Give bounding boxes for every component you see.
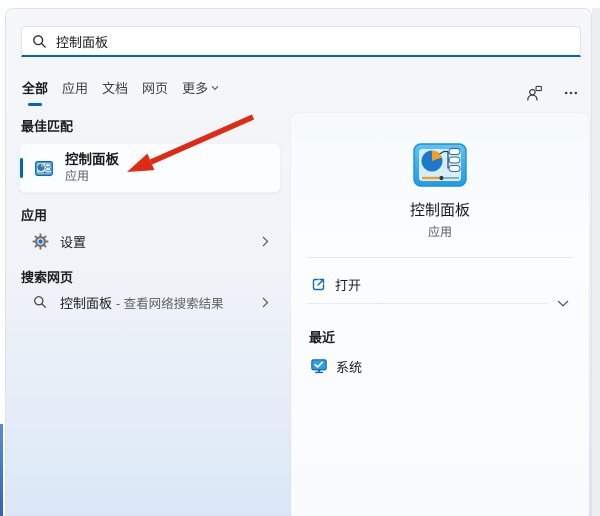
tab-more[interactable]: 更多 [182, 78, 219, 106]
tab-label: 网页 [142, 81, 169, 96]
tab-all[interactable]: 全部 [22, 78, 48, 106]
chevron-down-icon [557, 300, 569, 307]
search-web-header: 搜索网页 [21, 270, 74, 285]
tab-apps[interactable]: 应用 [62, 78, 88, 106]
best-match-header: 最佳匹配 [21, 119, 74, 134]
search-icon [33, 34, 46, 48]
action-open[interactable]: 打开 [291, 269, 589, 299]
selection-accent-bar [20, 158, 23, 178]
account-button[interactable] [524, 83, 544, 103]
tab-label: 更多 [182, 81, 209, 96]
best-match-result[interactable]: 控制面板 应用 [19, 143, 281, 193]
chevron-right-icon [262, 297, 269, 307]
top-right-controls [524, 83, 581, 103]
search-input[interactable] [56, 33, 572, 49]
system-monitor-icon [311, 358, 327, 373]
tab-label: 全部 [22, 81, 49, 96]
web-search-suffix: - 查看网络搜索结果 [116, 296, 224, 311]
apps-header: 应用 [21, 208, 48, 223]
best-match-subtitle: 应用 [65, 169, 90, 183]
options-button[interactable] [561, 83, 581, 103]
recent-header: 最近 [309, 330, 336, 345]
gear-icon [31, 232, 49, 250]
list-item-settings[interactable]: 设置 [19, 225, 281, 257]
open-label: 打开 [335, 277, 362, 293]
open-external-icon [312, 278, 325, 290]
chevron-right-icon [262, 236, 269, 246]
web-search-query: 控制面板 [60, 295, 113, 311]
tab-label: 文档 [102, 81, 129, 96]
tab-web[interactable]: 网页 [142, 78, 168, 106]
background-sliver [592, 8, 600, 516]
account-icon [526, 85, 542, 101]
filter-tabs: 全部 应用 文档 网页 更多 [22, 78, 219, 106]
list-item-web-search[interactable]: 控制面板 - 查看网络搜索结果 [19, 287, 281, 317]
active-tab-underline [28, 103, 42, 106]
control-panel-icon [35, 160, 53, 176]
recent-item-system[interactable]: 系统 [291, 351, 589, 381]
search-icon [34, 296, 46, 308]
settings-label: 设置 [60, 234, 87, 250]
detail-pane: 控制面板 应用 打开 最近 系统 [291, 113, 589, 516]
system-label: 系统 [336, 359, 363, 375]
tab-label: 应用 [62, 81, 89, 96]
search-flyout: 全部 应用 文档 网页 更多 [0, 0, 600, 516]
search-window: 全部 应用 文档 网页 更多 [5, 8, 592, 516]
chevron-down-icon [211, 85, 219, 90]
tab-documents[interactable]: 文档 [102, 78, 128, 106]
detail-app-title: 控制面板 [409, 202, 470, 219]
divider [307, 303, 547, 304]
divider [307, 257, 573, 258]
desktop-edge [0, 424, 3, 516]
detail-app-subtitle: 应用 [427, 225, 452, 239]
best-match-title: 控制面板 [65, 152, 119, 167]
search-box[interactable] [21, 26, 581, 57]
expand-actions-button[interactable] [553, 295, 573, 311]
control-panel-icon [413, 143, 467, 187]
ellipsis-icon [564, 91, 578, 95]
